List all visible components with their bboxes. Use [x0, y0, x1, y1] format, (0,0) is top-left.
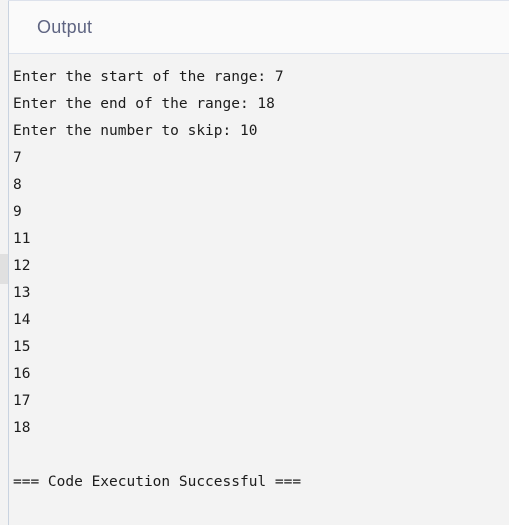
- console-status-line: === Code Execution Successful ===: [13, 474, 302, 490]
- console-line: 7: [13, 150, 22, 166]
- console-line: Enter the number to skip: 10: [13, 123, 258, 139]
- panel-top-divider: [8, 0, 509, 1]
- console-line: 17: [13, 393, 31, 409]
- console-line: 11: [13, 231, 31, 247]
- console-line: Enter the end of the range: 18: [13, 96, 275, 112]
- console-line: Enter the start of the range: 7: [13, 69, 284, 85]
- console-line: 16: [13, 366, 31, 382]
- panel-left-divider: [8, 0, 9, 525]
- console-line: 13: [13, 285, 31, 301]
- output-panel-title: Output: [37, 16, 93, 37]
- console-line: 18: [13, 420, 31, 436]
- vertical-scrollbar-thumb[interactable]: [0, 254, 8, 284]
- output-panel: Output Enter the start of the range: 7 E…: [0, 0, 509, 525]
- console-line: 12: [13, 258, 31, 274]
- output-header: Output: [9, 0, 509, 54]
- console-line: 8: [13, 177, 22, 193]
- vertical-scrollbar[interactable]: [0, 0, 8, 525]
- console-line: 9: [13, 204, 22, 220]
- console-line: 15: [13, 339, 31, 355]
- console-output-area[interactable]: Enter the start of the range: 7 Enter th…: [9, 54, 509, 525]
- console-line: 14: [13, 312, 31, 328]
